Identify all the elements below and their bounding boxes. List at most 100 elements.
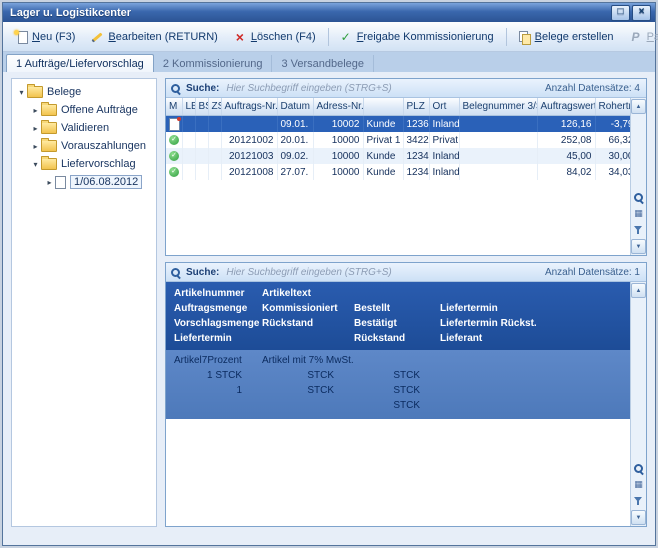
cell: 10000 (313, 132, 363, 148)
table-row[interactable]: 09.01. 10002 Kunde 1236 Inland 126,16 -3… (166, 116, 637, 133)
value-rueckstand: STCK (262, 384, 354, 397)
column-header[interactable]: Ort (429, 98, 459, 116)
column-header[interactable]: LB (182, 98, 195, 116)
maximize-button[interactable]: □ (611, 5, 630, 21)
cell: 10000 (313, 164, 363, 180)
tab-auftraege-liefervorschlag[interactable]: 1 Aufträge/Liefervorschlag (6, 54, 154, 74)
scroll-up-button[interactable]: ▲ (631, 99, 646, 114)
cell: 09.02. (277, 148, 313, 164)
tree-item-vorauszahlungen[interactable]: ▸ Vorauszahlungen (14, 137, 154, 155)
folder-icon (27, 86, 43, 98)
search-icon (170, 83, 181, 94)
cell: Inland (429, 116, 459, 133)
cell: 84,02 (537, 164, 595, 180)
delete-cross-icon: × (233, 30, 247, 44)
expander-icon[interactable]: ▾ (30, 160, 41, 169)
cell (208, 116, 221, 133)
table-row[interactable]: 20121003 09.02. 10000 Kunde 1234 Inland … (166, 148, 637, 164)
tree-item-validieren[interactable]: ▸ Validieren (14, 119, 154, 137)
magnifier-icon (633, 463, 644, 474)
close-button[interactable]: × (632, 5, 651, 21)
filter-icon[interactable] (632, 494, 645, 507)
table-row[interactable]: 20121002 20.01. 10000 Privat 1 3422 Priv… (166, 132, 637, 148)
expander-icon[interactable]: ▸ (44, 178, 55, 187)
value-artikelnummer: Artikel7Prozent (174, 354, 262, 367)
tab-versandbelege[interactable]: 3 Versandbelege (272, 55, 374, 73)
cell: 1236 (403, 116, 429, 133)
cell (459, 116, 537, 133)
window-title: Lager u. Logistikcenter (10, 7, 609, 19)
column-header[interactable] (363, 98, 403, 116)
scroll-up-button[interactable]: ▲ (631, 283, 646, 298)
scroll-down-button[interactable]: ▼ (631, 239, 646, 254)
edit-pencil-icon (90, 30, 104, 44)
value-bestellt: STCK (354, 369, 440, 382)
label-liefertermin-2: Liefertermin (174, 332, 262, 345)
value-auftragsmenge: 1 STCK (174, 369, 262, 382)
column-header[interactable]: Adress-Nr. (313, 98, 363, 116)
columns-icon[interactable]: ▦ (632, 207, 645, 220)
label-vorschlagsmenge: Vorschlagsmenge (174, 317, 262, 330)
label-bestellt: Bestellt (354, 302, 440, 315)
document-status-icon (169, 118, 180, 131)
detail-search-bar: Suche: Anzahl Datensätze: 1 (166, 263, 646, 282)
tree-item-liefervorschlag[interactable]: ▾ Liefervorschlag (14, 155, 154, 173)
expander-icon[interactable]: ▾ (16, 88, 27, 97)
tab-kommissionierung[interactable]: 2 Kommissionierung (154, 55, 273, 73)
columns-icon[interactable]: ▦ (632, 478, 645, 491)
orders-record-count: Anzahl Datensätze: 4 (545, 83, 640, 94)
value-vorschlagsmenge: 1 (174, 384, 262, 397)
create-documents-button[interactable]: Belege erstellen (511, 26, 622, 48)
scroll-down-button[interactable]: ▼ (631, 510, 646, 525)
document-tree: ▾ Belege ▸ Offene Aufträge ▸ Validieren … (11, 78, 157, 527)
cell: 20121003 (221, 148, 277, 164)
cell (166, 132, 182, 148)
orders-search-input[interactable] (224, 82, 540, 95)
tree-item-liefervorschlag-1[interactable]: ▸ 1/06.08.2012 (14, 173, 154, 191)
detail-search-input[interactable] (224, 266, 540, 279)
column-header[interactable]: Auftragswert € (537, 98, 595, 116)
cell: Inland (429, 148, 459, 164)
release-commissioning-button[interactable]: ✓ Freigabe Kommissionierung (333, 26, 502, 48)
delete-button[interactable]: × Löschen (F4) (227, 26, 324, 48)
column-header[interactable]: Auftrags-Nr. (221, 98, 277, 116)
tree-item-offene-auftraege[interactable]: ▸ Offene Aufträge (14, 101, 154, 119)
column-header[interactable]: ZS (208, 98, 221, 116)
orders-empty-area (166, 180, 630, 255)
detail-record[interactable]: Artikel7Prozent Artikel mit 7% MwSt. 1 S… (166, 350, 630, 419)
search-label: Suche: (186, 83, 219, 94)
folder-icon (41, 104, 57, 116)
label-artikelnummer: Artikelnummer (174, 287, 262, 300)
new-button[interactable]: Neu (F3) (8, 26, 83, 48)
detail-record-count: Anzahl Datensätze: 1 (545, 267, 640, 278)
column-header[interactable]: Datum (277, 98, 313, 116)
column-header[interactable]: Belegnummer 3/ShopID (459, 98, 537, 116)
expander-icon[interactable]: ▸ (30, 124, 41, 133)
search-icon (170, 267, 181, 278)
cell (459, 164, 537, 180)
paypal-request-button[interactable]: P PayPal-Zahlung anfordern (623, 26, 658, 48)
expander-icon[interactable]: ▸ (30, 106, 41, 115)
cell: Kunde (363, 164, 403, 180)
toolbar-separator (328, 28, 329, 46)
label-auftragsmenge: Auftragsmenge (174, 302, 262, 315)
cell: 126,16 (537, 116, 595, 133)
new-document-icon (14, 30, 28, 44)
column-header[interactable]: BS (195, 98, 208, 116)
cell (195, 116, 208, 133)
column-header[interactable]: M (166, 98, 182, 116)
detail-side-toolbar: ▲ ▦ ▼ (630, 282, 646, 526)
cell: Kunde (363, 148, 403, 164)
edit-button[interactable]: Bearbeiten (RETURN) (84, 26, 225, 48)
zoom-icon[interactable] (632, 191, 645, 204)
zoom-icon[interactable] (632, 462, 645, 475)
filter-icon[interactable] (632, 223, 645, 236)
table-row[interactable]: 20121008 27.07. 10000 Kunde 1234 Inland … (166, 164, 637, 180)
cell (166, 148, 182, 164)
cell: 3422 (403, 132, 429, 148)
tree-item-belege[interactable]: ▾ Belege (14, 83, 154, 101)
magnifier-icon (633, 192, 644, 203)
expander-icon[interactable]: ▸ (30, 142, 41, 151)
orders-side-toolbar: ▲ ▦ ▼ (630, 98, 646, 255)
column-header[interactable]: PLZ (403, 98, 429, 116)
